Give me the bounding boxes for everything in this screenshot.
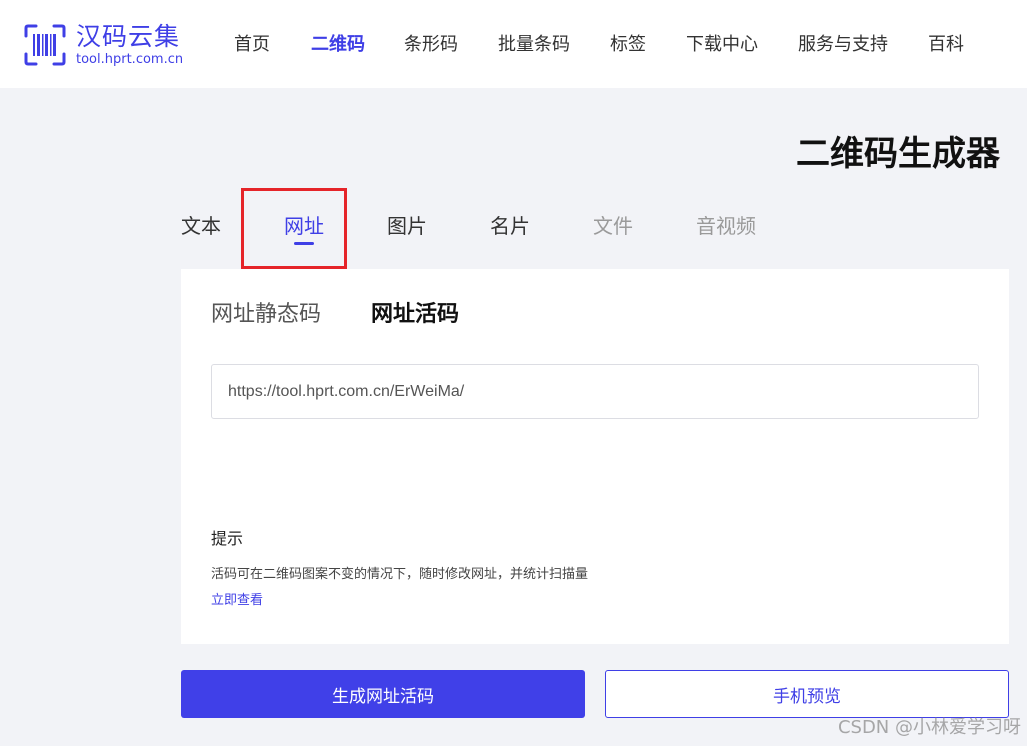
subtab-static-url-code[interactable]: 网址静态码 (211, 301, 321, 329)
nav-item-home[interactable]: 首页 (234, 33, 270, 57)
tab-audio-video[interactable]: 音视频 (696, 213, 756, 239)
nav-item-downloads[interactable]: 下载中心 (686, 33, 758, 57)
mobile-preview-button[interactable]: 手机预览 (605, 670, 1009, 718)
brand-domain: tool.hprt.com.cn (76, 52, 184, 67)
tab-text[interactable]: 文本 (181, 213, 221, 239)
brand-name: 汉码云集 (76, 22, 181, 51)
barcode-logo-icon (24, 24, 66, 66)
tab-url[interactable]: 网址 (284, 213, 324, 239)
view-now-link[interactable]: 立即查看 (211, 592, 263, 610)
nav-item-qrcode[interactable]: 二维码 (311, 33, 365, 57)
tab-file[interactable]: 文件 (593, 213, 633, 239)
nav-item-support[interactable]: 服务与支持 (798, 33, 888, 57)
top-header: 汉码云集 tool.hprt.com.cn 首页 二维码 条形码 批量条码 标签… (0, 0, 1027, 88)
subtab-dynamic-url-code[interactable]: 网址活码 (371, 301, 459, 329)
qr-form-card: 网址静态码 网址活码 提示 活码可在二维码图案不变的情况下，随时修改网址，并统计… (181, 269, 1009, 644)
nav-item-wiki[interactable]: 百科 (928, 33, 964, 57)
generate-dynamic-url-code-button[interactable]: 生成网址活码 (181, 670, 585, 718)
nav-item-labels[interactable]: 标签 (610, 33, 646, 57)
nav-item-barcode[interactable]: 条形码 (404, 33, 458, 57)
active-tab-indicator (294, 242, 314, 245)
tip-text: 活码可在二维码图案不变的情况下，随时修改网址，并统计扫描量 (211, 567, 589, 582)
tab-business-card[interactable]: 名片 (490, 213, 530, 239)
nav-item-batch-barcode[interactable]: 批量条码 (498, 33, 570, 57)
tab-image[interactable]: 图片 (387, 213, 427, 239)
page-title: 二维码生成器 (796, 134, 1000, 174)
url-input[interactable] (211, 364, 979, 419)
brand-logo[interactable]: 汉码云集 tool.hprt.com.cn (24, 22, 184, 68)
tip-title: 提示 (211, 529, 244, 548)
watermark-text: CSDN @小林爱学习呀 (837, 717, 1021, 738)
